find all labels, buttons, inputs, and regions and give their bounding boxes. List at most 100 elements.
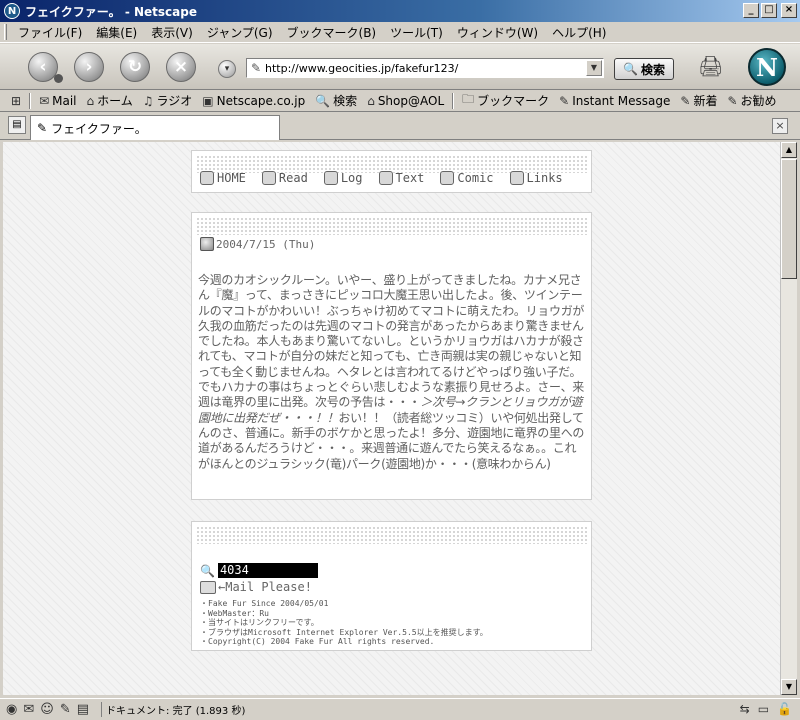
headphones-icon: ♫ <box>142 93 154 108</box>
folder-icon: 🗀 <box>462 92 475 106</box>
globe-nav-icon <box>509 171 524 185</box>
magnifier-icon: 🔍 <box>200 563 215 578</box>
menu-edit[interactable]: 編集(E) <box>89 24 144 41</box>
menu-help[interactable]: ヘルプ(H) <box>545 24 613 41</box>
comic-nav-icon <box>440 171 455 185</box>
pb-shop[interactable]: ⌂ Shop@AOL <box>362 94 449 108</box>
scroll-thumb[interactable] <box>781 159 797 279</box>
minimize-button[interactable]: _ <box>743 3 759 18</box>
forward-arrow-icon[interactable]: › <box>74 52 104 82</box>
divider <box>452 92 455 109</box>
stop-icon[interactable]: × <box>166 52 196 82</box>
pb-search[interactable]: 🔍 検索 <box>310 92 362 109</box>
maximize-button[interactable]: □ <box>761 3 777 18</box>
search-icon: 🔍 <box>315 93 331 108</box>
mail-icon[interactable]: ✉ <box>23 702 34 717</box>
pb-bookmarks[interactable]: 🗀 ブックマーク <box>457 90 554 111</box>
pb-mail[interactable]: ✉ Mail <box>34 94 81 108</box>
menu-window[interactable]: ウィンドウ(W) <box>450 24 545 41</box>
reload-icon[interactable]: ↻ <box>120 52 150 82</box>
search-button-label: 検索 <box>640 62 665 77</box>
close-tab-icon[interactable]: × <box>772 118 788 134</box>
vertical-scrollbar[interactable]: ▲ ▼ <box>780 142 797 695</box>
window-titlebar[interactable]: N フェイクファー。 - Netscape _ □ × <box>0 0 800 22</box>
netscape-logo-icon[interactable]: N <box>748 48 786 86</box>
addressbook-icon[interactable]: ▤ <box>77 702 89 717</box>
back-dropdown-icon[interactable] <box>54 74 63 83</box>
menu-view[interactable]: 表示(V) <box>144 24 200 41</box>
tab-toggle-button[interactable]: ⊞ <box>6 94 26 108</box>
pb-radio[interactable]: ♫ ラジオ <box>138 92 198 109</box>
text-nav-icon <box>378 171 393 185</box>
access-counter: 4034 <box>217 563 318 578</box>
tab-icon: ⊞ <box>11 93 22 108</box>
site-credits: ・Fake Fur Since 2004/05/01 ・WebMaster：Ru… <box>200 599 488 646</box>
nav-text-link[interactable]: Text <box>378 171 424 185</box>
aim-icon[interactable]: ☺ <box>40 702 54 717</box>
url-bar: ✎ ▼ <box>246 58 604 78</box>
navigator-icon[interactable]: ◉ <box>6 702 17 717</box>
nav-links-link[interactable]: Links <box>509 171 563 185</box>
scroll-down-icon[interactable]: ▼ <box>781 679 797 695</box>
toolbar-grip[interactable] <box>4 24 7 40</box>
site-nav-box: HOME Read Log Text Comic Links <box>191 150 592 193</box>
mail-icon: ✉ <box>39 93 50 108</box>
dot-pattern <box>196 217 587 235</box>
divider <box>29 92 32 109</box>
pb-new[interactable]: ✎ 新着 <box>675 92 722 109</box>
scroll-up-icon[interactable]: ▲ <box>781 142 797 158</box>
home-icon: ⌂ <box>86 93 95 108</box>
page-proxy-icon[interactable]: ✎ <box>247 61 265 75</box>
print-icon[interactable]: 🖨 <box>698 54 723 78</box>
shop-icon: ⌂ <box>367 93 375 108</box>
my-netscape-icon: ▣ <box>202 93 214 108</box>
sidebar-toggle-icon[interactable]: ▤ <box>8 116 26 134</box>
nav-home-link[interactable]: HOME <box>200 171 246 185</box>
diary-post: 2004/7/15 (Thu) 今週のカオシックルーン。いやー、盛り上がってきま… <box>191 212 592 500</box>
tab-title: フェイクファー。 <box>51 121 147 136</box>
menu-bar: ファイル(F) 編集(E) 表示(V) ジャンプ(G) ブックマーク(B) ツー… <box>0 22 800 43</box>
page-viewport[interactable]: HOME Read Log Text Comic Links 2004/7/15… <box>3 142 780 695</box>
home-nav-icon <box>200 171 214 185</box>
pb-netscape[interactable]: ▣ Netscape.co.jp <box>197 94 310 108</box>
magnifier-icon: 🔍 <box>623 62 638 76</box>
post-body: 今週のカオシックルーン。いやー、盛り上がってきましたね。カナメ兄さん『魔』って、… <box>198 273 585 471</box>
status-text: ドキュメント: 完了 (1.893 秒) <box>101 702 245 717</box>
pb-im[interactable]: ✎ Instant Message <box>554 94 675 108</box>
page-proxy-icon: ✎ <box>37 121 48 135</box>
nav-log-link[interactable]: Log <box>323 171 363 185</box>
composer-icon[interactable]: ✎ <box>60 702 71 717</box>
log-nav-icon <box>323 171 338 185</box>
site-footer-box: 🔍 4034 ←Mail Please! ・Fake Fur Since 200… <box>191 521 592 651</box>
mail-icon <box>200 580 216 594</box>
url-input[interactable] <box>265 61 586 75</box>
security-lock-icon[interactable]: 🔓 <box>777 702 792 716</box>
read-nav-icon <box>261 171 276 185</box>
pb-home[interactable]: ⌂ ホーム <box>82 92 138 109</box>
nav-read-link[interactable]: Read <box>261 171 308 185</box>
menu-go[interactable]: ジャンプ(G) <box>200 24 280 41</box>
bookmark-link-icon: ✎ <box>680 93 691 108</box>
menu-tools[interactable]: ツール(T) <box>383 24 450 41</box>
search-button[interactable]: 🔍 検索 <box>614 58 674 80</box>
bookmark-link-icon: ✎ <box>559 93 570 108</box>
menu-file[interactable]: ファイル(F) <box>11 24 89 41</box>
online-status-icon[interactable]: ⇆ <box>740 702 750 716</box>
url-history-icon[interactable]: ▾ <box>218 60 236 78</box>
dot-pattern <box>196 526 587 544</box>
tab-strip: ▤ ✎ フェイクファー。 × <box>0 112 800 140</box>
window-title: フェイクファー。 - Netscape <box>25 4 197 19</box>
mail-link[interactable]: ←Mail Please! <box>200 580 312 594</box>
personal-toolbar: ⊞ ✉ Mail ⌂ ホーム ♫ ラジオ ▣ Netscape.co.jp 🔍 検索 ⌂ S… <box>0 90 800 112</box>
status-bar: ◉ ✉ ☺ ✎ ▤ ドキュメント: 完了 (1.893 秒) ⇆ ▭ 🔓 <box>0 698 800 720</box>
menu-bookmarks[interactable]: ブックマーク(B) <box>280 24 384 41</box>
url-dropdown-icon[interactable]: ▼ <box>586 60 602 76</box>
pb-recommend[interactable]: ✎ お勧め <box>722 92 781 109</box>
tab-current[interactable]: ✎ フェイクファー。 <box>30 115 280 140</box>
nav-comic-link[interactable]: Comic <box>440 171 494 185</box>
diary-icon <box>200 237 214 251</box>
navigation-toolbar: ‹ › ↻ × ▾ ✎ ▼ 🔍 検索 🖨 N <box>0 44 800 90</box>
bookmark-link-icon: ✎ <box>727 93 738 108</box>
close-window-button[interactable]: × <box>781 3 797 18</box>
popup-icon[interactable]: ▭ <box>758 702 769 716</box>
